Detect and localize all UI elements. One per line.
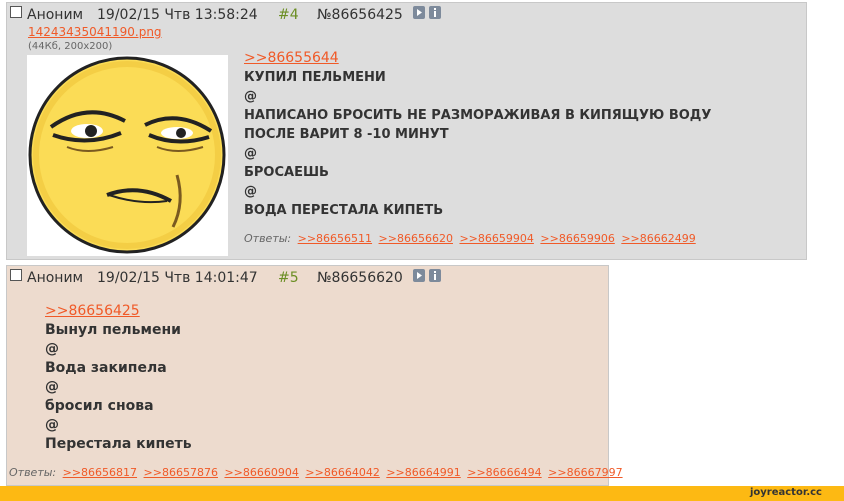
message-line: @ bbox=[45, 379, 59, 395]
file-info: (44Кб, 200x200) bbox=[28, 41, 113, 52]
post-select-checkbox[interactable] bbox=[10, 6, 22, 18]
replies-label: Ответы: bbox=[244, 232, 292, 245]
info-icon[interactable] bbox=[429, 6, 441, 19]
message-line: Вынул пельмени bbox=[45, 322, 181, 338]
reply-link[interactable]: >>86664042 bbox=[305, 466, 379, 479]
post-message: >>86656425 Вынул пельмени @ Вода закипел… bbox=[45, 302, 192, 454]
reply-reference-link[interactable]: >>86656425 bbox=[45, 303, 140, 319]
message-line: БРОСАЕШЬ bbox=[244, 165, 329, 180]
info-icon[interactable] bbox=[429, 269, 441, 282]
message-line: бросил снова bbox=[45, 398, 154, 414]
reply-link[interactable]: >>86664991 bbox=[386, 466, 460, 479]
post-86656425: Аноним 19/02/15 Чтв 13:58:24 #4 №8665642… bbox=[6, 2, 807, 260]
reply-link[interactable]: >>86659906 bbox=[540, 232, 614, 245]
message-line: @ bbox=[244, 184, 257, 199]
smug-face-image bbox=[28, 56, 226, 254]
post-number[interactable]: #4 bbox=[278, 6, 299, 24]
post-number[interactable]: #5 bbox=[278, 269, 299, 287]
message-line: Вода закипела bbox=[45, 360, 167, 376]
message-line: @ bbox=[244, 146, 257, 161]
message-line: ВОДА ПЕРЕСТАЛА КИПЕТЬ bbox=[244, 203, 444, 218]
reply-reference-link[interactable]: >>86655644 bbox=[244, 50, 339, 66]
reply-link[interactable]: >>86656620 bbox=[379, 232, 453, 245]
footer-bar: joyreactor.cc bbox=[0, 486, 844, 501]
post-86656620: Аноним 19/02/15 Чтв 14:01:47 #5 №8665662… bbox=[6, 265, 623, 486]
reply-link[interactable]: >>86659904 bbox=[459, 232, 533, 245]
post-author: Аноним bbox=[27, 7, 84, 23]
post-id[interactable]: №86656425 bbox=[317, 6, 403, 24]
reply-link[interactable]: >>86666494 bbox=[467, 466, 541, 479]
message-line: Перестала кипеть bbox=[45, 436, 192, 452]
reply-link[interactable]: >>86657876 bbox=[144, 466, 218, 479]
post-datetime: 19/02/15 Чтв 14:01:47 bbox=[97, 270, 258, 286]
post-author: Аноним bbox=[27, 270, 84, 286]
site-brand[interactable]: joyreactor.cc bbox=[750, 487, 822, 498]
message-line: @ bbox=[244, 89, 257, 104]
message-line: КУПИЛ ПЕЛЬМЕНИ bbox=[244, 70, 386, 85]
post-image-thumbnail[interactable] bbox=[27, 55, 228, 256]
message-line: НАПИСАНО БРОСИТЬ НЕ РАЗМОРАЖИВАЯ В КИПЯЩ… bbox=[244, 108, 712, 123]
message-line: ПОСЛЕ ВАРИТ 8 -10 МИНУТ bbox=[244, 127, 449, 142]
post-header: Аноним 19/02/15 Чтв 14:01:47 #5 №8665662… bbox=[10, 269, 441, 287]
message-line: @ bbox=[45, 417, 59, 433]
post-select-checkbox[interactable] bbox=[10, 269, 22, 281]
post-datetime: 19/02/15 Чтв 13:58:24 bbox=[97, 7, 258, 23]
play-icon[interactable] bbox=[413, 269, 425, 282]
file-link[interactable]: 14243435041190.png bbox=[28, 25, 162, 39]
replies-label: Ответы: bbox=[9, 466, 57, 479]
reply-link[interactable]: >>86656817 bbox=[63, 466, 137, 479]
reply-link[interactable]: >>86660904 bbox=[224, 466, 298, 479]
reply-link[interactable]: >>86667997 bbox=[548, 466, 622, 479]
replies-list: Ответы: >>86656817 >>86657876 >>86660904… bbox=[9, 466, 623, 479]
reply-link[interactable]: >>86662499 bbox=[621, 232, 695, 245]
reply-link[interactable]: >>86656511 bbox=[298, 232, 372, 245]
replies-list: Ответы: >>86656511 >>86656620 >>86659904… bbox=[244, 232, 696, 245]
message-line: @ bbox=[45, 341, 59, 357]
post-header: Аноним 19/02/15 Чтв 13:58:24 #4 №8665642… bbox=[10, 6, 441, 24]
post-message: >>86655644 КУПИЛ ПЕЛЬМЕНИ @ НАПИСАНО БРО… bbox=[244, 49, 711, 220]
play-icon[interactable] bbox=[413, 6, 425, 19]
post-id[interactable]: №86656620 bbox=[317, 269, 403, 287]
